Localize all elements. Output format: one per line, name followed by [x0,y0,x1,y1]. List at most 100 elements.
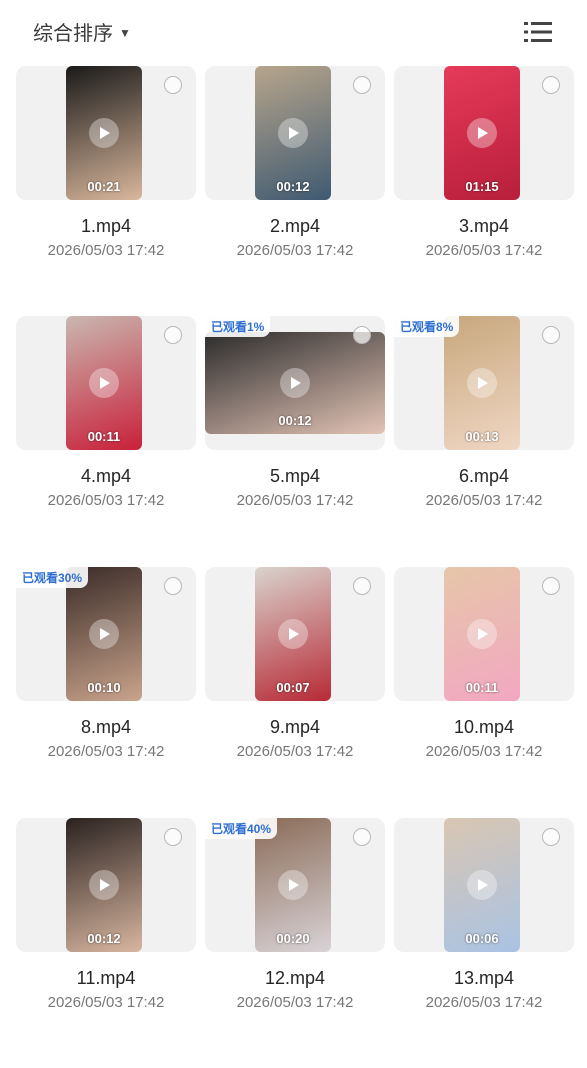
video-thumbnail[interactable]: 00:11 [66,316,142,450]
play-icon[interactable] [467,870,497,900]
video-item[interactable]: 00:12 已观看1% 5.mp4 2026/05/03 17:42 [205,316,385,566]
video-filename: 4.mp4 [80,466,132,486]
video-duration: 00:20 [276,931,310,946]
video-card[interactable]: 00:12 已观看1% [205,316,385,450]
video-card[interactable]: 00:07 [205,567,385,701]
video-item[interactable]: 00:13 已观看8% 6.mp4 2026/05/03 17:42 [394,316,574,566]
watched-progress-badge: 已观看40% [205,818,278,839]
video-filename: 11.mp4 [76,968,136,988]
video-card[interactable]: 01:15 [394,66,574,200]
video-thumbnail[interactable]: 00:11 [444,567,520,701]
sort-dropdown[interactable]: 综合排序 ▼ [33,17,131,46]
video-thumbnail[interactable]: 00:07 [255,567,331,701]
video-card[interactable]: 00:12 [16,818,196,952]
select-radio[interactable] [353,76,371,94]
select-radio[interactable] [542,828,560,846]
video-item[interactable]: 00:12 11.mp4 2026/05/03 17:42 [16,818,196,1068]
list-view-icon[interactable] [524,20,552,44]
watched-progress-badge: 已观看1% [205,316,271,337]
video-date: 2026/05/03 17:42 [236,492,354,509]
select-radio[interactable] [164,577,182,595]
select-radio[interactable] [542,326,560,344]
video-card[interactable]: 00:13 已观看8% [394,316,574,450]
video-thumbnail[interactable]: 01:15 [444,66,520,200]
video-card[interactable]: 00:11 [16,316,196,450]
video-duration: 00:11 [465,680,499,695]
video-date: 2026/05/03 17:42 [425,743,543,760]
video-item[interactable]: 00:11 10.mp4 2026/05/03 17:42 [394,567,574,817]
video-duration: 00:12 [87,931,121,946]
play-icon[interactable] [278,118,308,148]
video-filename: 1.mp4 [80,216,132,236]
video-thumbnail[interactable]: 00:06 [444,818,520,952]
play-icon[interactable] [467,368,497,398]
video-card[interactable]: 00:20 已观看40% [205,818,385,952]
play-icon[interactable] [89,118,119,148]
video-date: 2026/05/03 17:42 [425,242,543,259]
video-card[interactable]: 00:10 已观看30% [16,567,196,701]
video-filename: 12.mp4 [264,968,326,988]
play-icon[interactable] [89,619,119,649]
video-item[interactable]: 00:21 1.mp4 2026/05/03 17:42 [16,66,196,316]
video-filename: 6.mp4 [458,466,510,486]
video-thumbnail[interactable]: 00:13 [444,316,520,450]
select-radio[interactable] [164,828,182,846]
video-card[interactable]: 00:21 [16,66,196,200]
video-filename: 9.mp4 [269,717,321,737]
play-icon[interactable] [278,619,308,649]
video-date: 2026/05/03 17:42 [425,492,543,509]
video-duration: 00:12 [278,413,312,428]
select-radio[interactable] [353,828,371,846]
play-icon[interactable] [467,118,497,148]
video-thumbnail[interactable]: 00:12 [205,332,385,434]
video-date: 2026/05/03 17:42 [425,994,543,1011]
select-radio[interactable] [164,326,182,344]
video-filename: 5.mp4 [269,466,321,486]
video-filename: 2.mp4 [269,216,321,236]
video-date: 2026/05/03 17:42 [47,743,165,760]
video-duration: 00:07 [276,680,310,695]
video-date: 2026/05/03 17:42 [47,242,165,259]
video-filename: 10.mp4 [453,717,515,737]
video-card[interactable]: 00:11 [394,567,574,701]
video-date: 2026/05/03 17:42 [47,994,165,1011]
video-duration: 00:11 [87,429,121,444]
select-radio[interactable] [542,76,560,94]
video-card[interactable]: 00:06 [394,818,574,952]
video-duration: 01:15 [465,179,499,194]
play-icon[interactable] [280,368,310,398]
play-icon[interactable] [467,619,497,649]
select-radio[interactable] [164,76,182,94]
video-date: 2026/05/03 17:42 [47,492,165,509]
video-duration: 00:21 [87,179,121,194]
video-duration: 00:12 [276,179,310,194]
play-icon[interactable] [89,870,119,900]
caret-down-icon: ▼ [119,25,131,40]
play-icon[interactable] [278,870,308,900]
video-item[interactable]: 00:10 已观看30% 8.mp4 2026/05/03 17:42 [16,567,196,817]
video-filename: 8.mp4 [80,717,132,737]
select-radio[interactable] [353,577,371,595]
watched-progress-badge: 已观看30% [16,567,89,588]
video-thumbnail[interactable]: 00:21 [66,66,142,200]
video-duration: 00:10 [87,680,121,695]
video-item[interactable]: 00:07 9.mp4 2026/05/03 17:42 [205,567,385,817]
video-item[interactable]: 00:06 13.mp4 2026/05/03 17:42 [394,818,574,1068]
top-bar: 综合排序 ▼ [0,0,587,64]
video-item[interactable]: 01:15 3.mp4 2026/05/03 17:42 [394,66,574,316]
video-item[interactable]: 00:11 4.mp4 2026/05/03 17:42 [16,316,196,566]
video-date: 2026/05/03 17:42 [236,994,354,1011]
video-card[interactable]: 00:12 [205,66,385,200]
select-radio[interactable] [353,326,371,344]
video-date: 2026/05/03 17:42 [236,242,354,259]
video-duration: 00:13 [465,429,499,444]
select-radio[interactable] [542,577,560,595]
video-thumbnail[interactable]: 00:12 [66,818,142,952]
video-item[interactable]: 00:20 已观看40% 12.mp4 2026/05/03 17:42 [205,818,385,1068]
watched-progress-badge: 已观看8% [394,316,460,337]
video-thumbnail[interactable]: 00:12 [255,66,331,200]
sort-label: 综合排序 [33,23,113,45]
video-item[interactable]: 00:12 2.mp4 2026/05/03 17:42 [205,66,385,316]
video-duration: 00:06 [465,931,499,946]
play-icon[interactable] [89,368,119,398]
